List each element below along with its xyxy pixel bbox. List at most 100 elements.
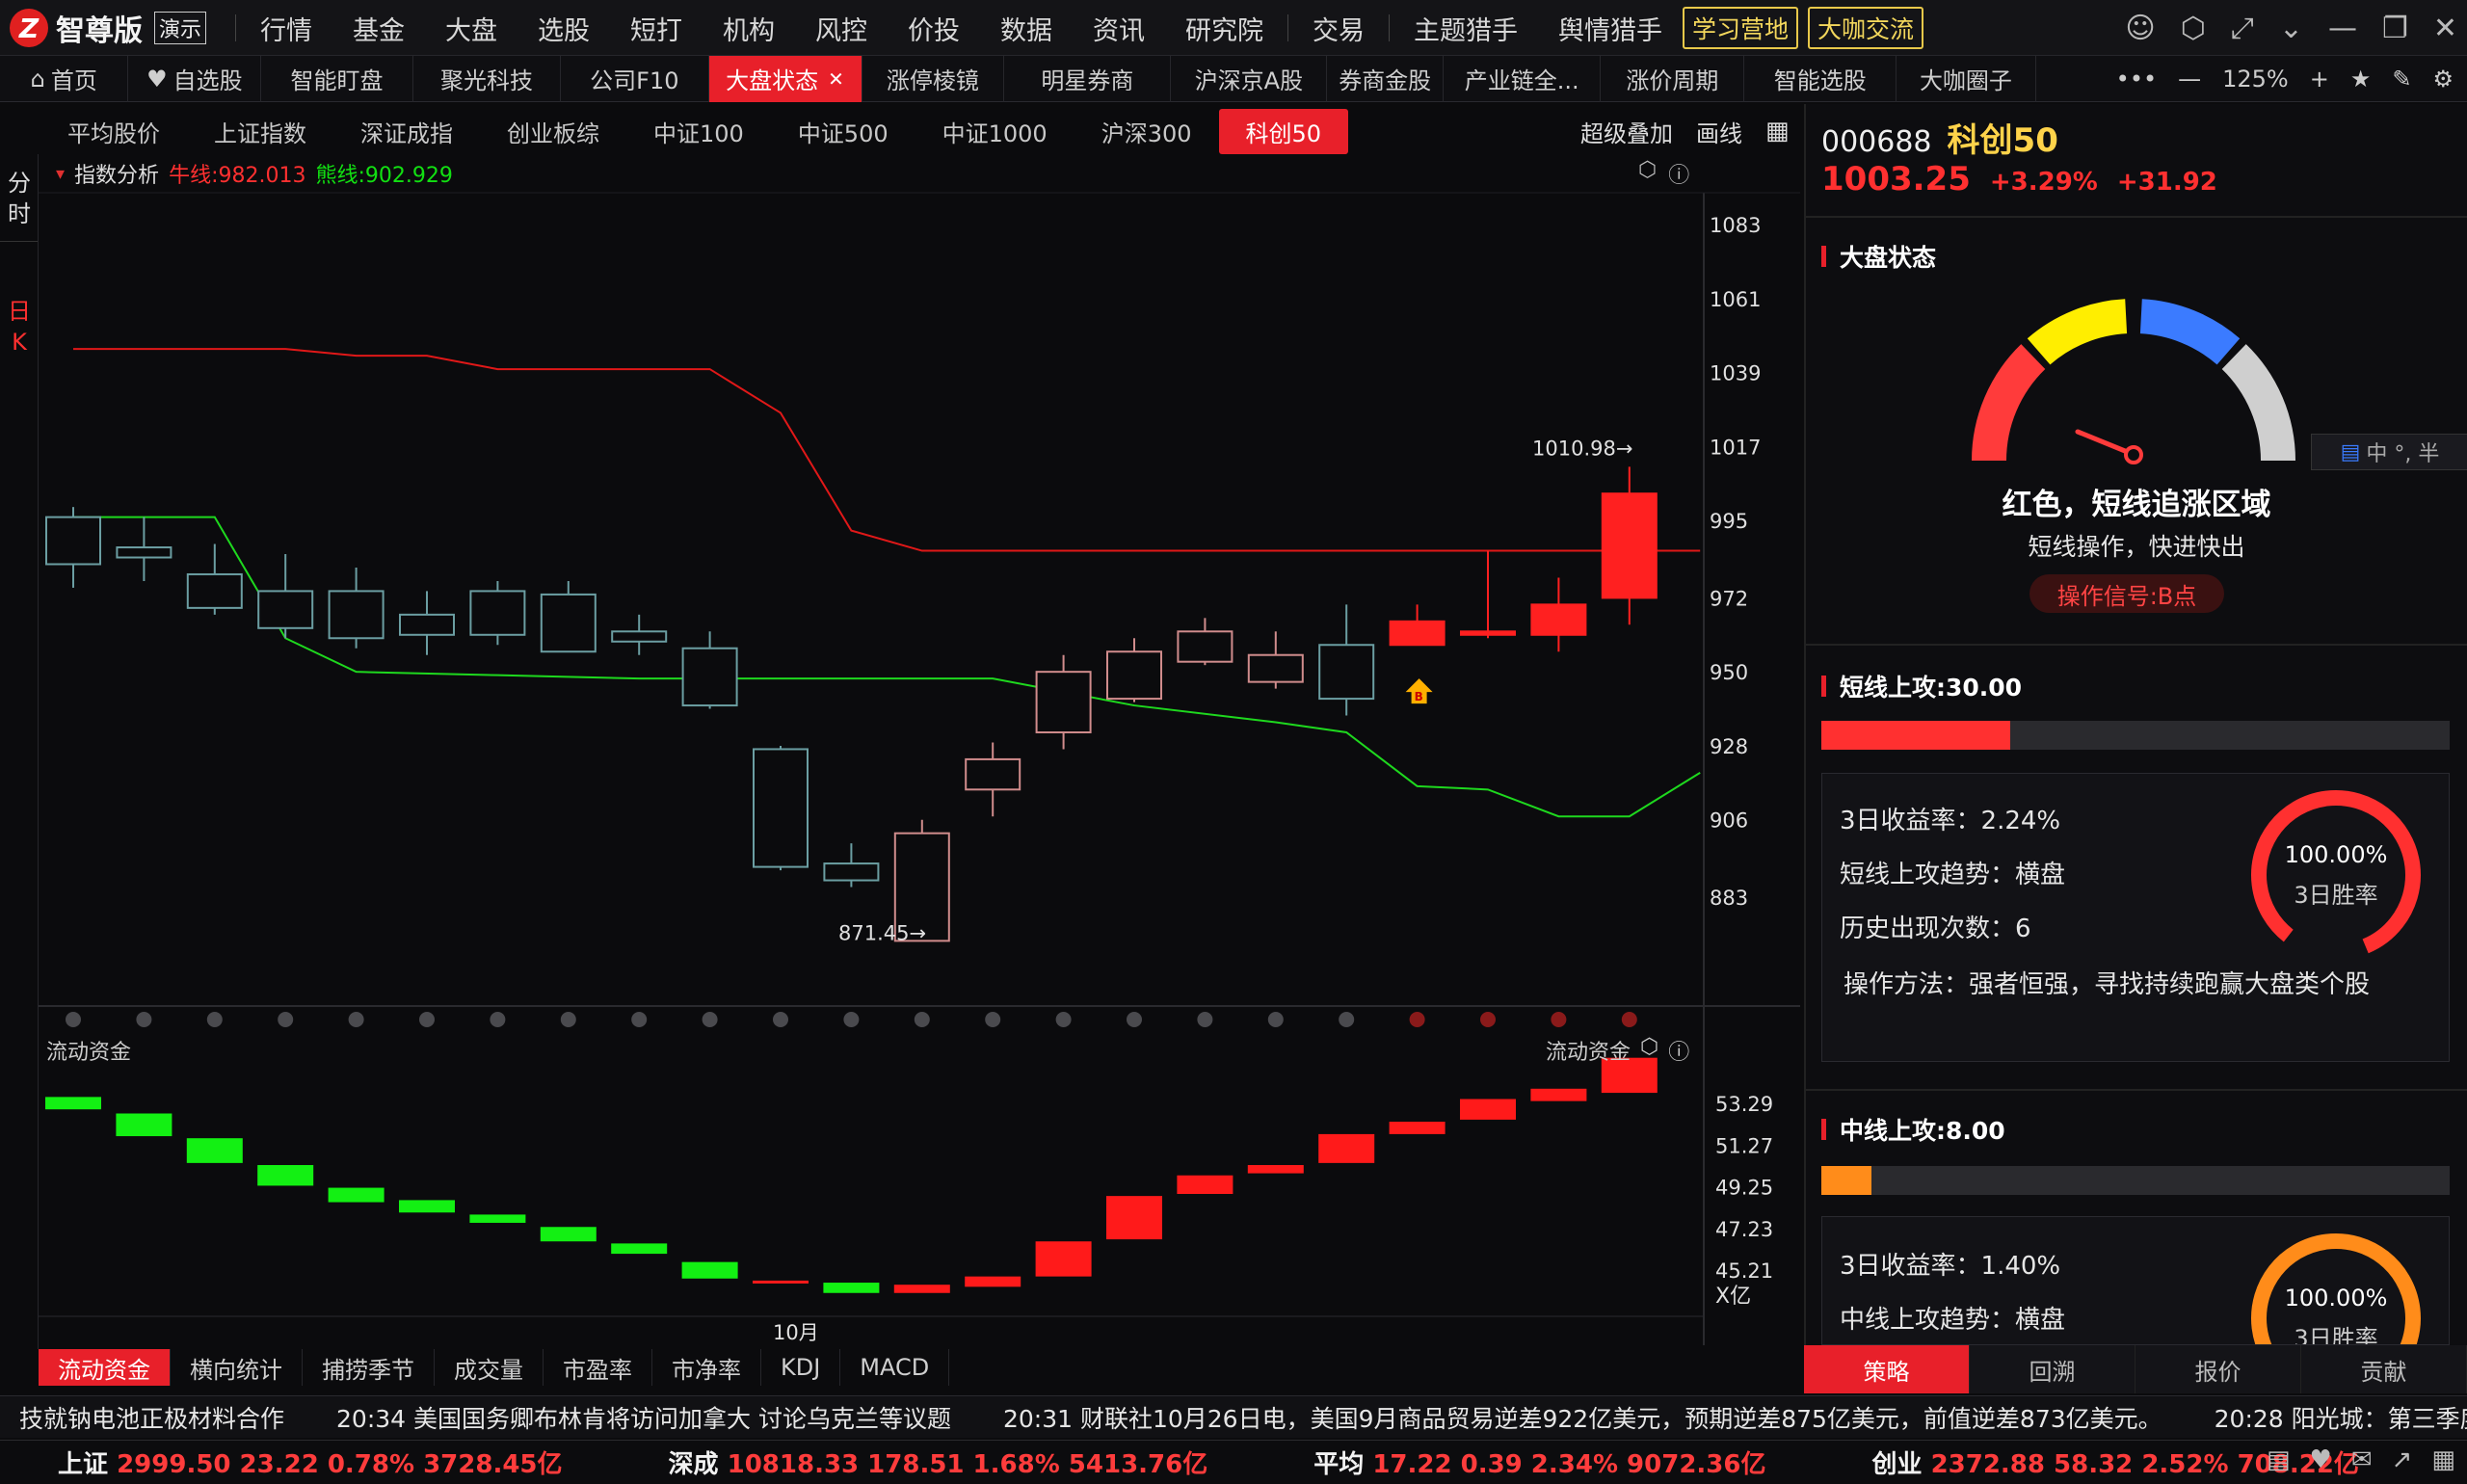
g1-pct: 100.00% xyxy=(2284,841,2388,868)
nav-item-5[interactable]: 机构 xyxy=(723,10,775,47)
rail-fenshi[interactable]: 分 时 xyxy=(0,168,39,229)
flow-title-right-wrap: 流动资金 ⬡ ⓘ xyxy=(1546,1035,1689,1066)
indicator-tab-5[interactable]: 市净率 xyxy=(652,1349,761,1386)
signal-badge[interactable]: 操作信号:B点 xyxy=(2029,574,2224,613)
quote-0[interactable]: 上证 2999.50 23.22 0.78% 3728.45亿 xyxy=(58,1444,563,1480)
legend-toggle-icon[interactable]: ▾ xyxy=(56,164,65,184)
tab-5[interactable]: 大盘状态 ✕ xyxy=(708,55,862,102)
nav-item-8[interactable]: 数据 xyxy=(1000,10,1052,47)
flow-bar xyxy=(965,1276,1021,1287)
subtab-5[interactable]: 中证500 xyxy=(771,109,915,154)
quote-2[interactable]: 平均 17.22 0.39 2.34% 9072.36亿 xyxy=(1313,1444,1765,1480)
nav-item-3[interactable]: 选股 xyxy=(538,10,590,47)
bell-icon[interactable]: ♥ xyxy=(2310,1445,2332,1474)
subtab-1[interactable]: 上证指数 xyxy=(187,109,333,154)
tab-8[interactable]: 沪深京A股 xyxy=(1171,55,1328,102)
grid-icon[interactable]: ▦ xyxy=(1765,117,1790,146)
ime-indicator[interactable]: ▤ 中 °, 半 xyxy=(2311,434,2467,470)
subtab-6[interactable]: 中证1000 xyxy=(915,109,1074,154)
tab-11[interactable]: 涨价周期 xyxy=(1601,55,1745,102)
zoom-in-icon[interactable]: + xyxy=(2310,66,2329,93)
quote-1[interactable]: 深成 10818.33 178.51 1.68% 5413.76亿 xyxy=(669,1444,1208,1480)
nav-item-1[interactable]: 基金 xyxy=(353,10,405,47)
nav-item-0[interactable]: 行情 xyxy=(260,10,312,47)
subtab-2[interactable]: 深证成指 xyxy=(333,109,480,154)
news-item-2[interactable]: 20:31 财联社10月26日电，美国9月商品贸易逆差922亿美元，预期逆差87… xyxy=(1003,1400,2162,1435)
flow-settings-icon[interactable]: ⬡ xyxy=(1640,1035,1658,1066)
subtab-0[interactable]: 平均股价 xyxy=(40,109,187,154)
tab-1[interactable]: ♥ 自选股 xyxy=(128,55,262,102)
hex-settings-icon[interactable]: ⬡ xyxy=(1638,158,1657,189)
nav-item-4[interactable]: 短打 xyxy=(630,10,682,47)
tab-10[interactable]: 产业链全... xyxy=(1444,55,1602,102)
subtab-3[interactable]: 创业板综 xyxy=(480,109,626,154)
news-item-1[interactable]: 20:34 美国国务卿布林肯将访问加拿大 讨论乌克兰等议题 xyxy=(336,1400,951,1435)
top-button-1[interactable]: 大咖交流 xyxy=(1808,7,1924,49)
kline-chart[interactable]: 1083 1061 1039 1017 995 972 950 928 906 883 1010.9… xyxy=(39,154,1802,1345)
collapse-icon[interactable]: ⤢ xyxy=(2231,12,2254,45)
tab-0[interactable]: ⌂ 首页 xyxy=(0,55,129,102)
news-item-0[interactable]: 技就钠电池正极材料合作 xyxy=(19,1400,284,1435)
help-icon[interactable]: ⓘ xyxy=(1668,158,1689,189)
tab-12[interactable]: 智能选股 xyxy=(1744,55,1897,102)
flow-help-icon[interactable]: ⓘ xyxy=(1668,1035,1689,1066)
nav-item-12[interactable]: 主题猎手 xyxy=(1414,10,1518,47)
nav-item-10[interactable]: 研究院 xyxy=(1185,10,1263,47)
overlay-button[interactable]: 超级叠加 xyxy=(1580,115,1673,148)
message-icon[interactable]: ✉ xyxy=(2351,1445,2373,1474)
tab-6[interactable]: 涨停棱镜 xyxy=(862,55,1005,102)
indicator-tab-3[interactable]: 成交量 xyxy=(435,1349,544,1386)
main-nav: 行情 基金 大盘 选股 短打 机构 风控 价投 数据 资讯 研究院 交易 主题猎手 舆情猎手 学习营地 大咖交… xyxy=(231,0,1933,56)
right-tab-1[interactable]: 回溯 xyxy=(1970,1345,2135,1393)
gear-icon[interactable]: ⚙ xyxy=(2432,66,2454,93)
tab-9[interactable]: 券商金股 xyxy=(1327,55,1445,102)
indicator-tab-2[interactable]: 捕捞季节 xyxy=(303,1349,435,1386)
rail-rik[interactable]: 日 K xyxy=(0,296,39,358)
indicator-tab-7[interactable]: MACD xyxy=(840,1349,950,1386)
settings-icon[interactable]: ⬡ xyxy=(2181,12,2206,45)
tab-2[interactable]: 智能盯盘 xyxy=(261,55,413,102)
subtab-8[interactable]: 科创50 xyxy=(1218,108,1349,154)
tab-close-icon[interactable]: ✕ xyxy=(828,67,844,91)
restore-icon[interactable]: ❐ xyxy=(2382,12,2408,45)
nav-item-11[interactable]: 交易 xyxy=(1313,10,1365,47)
nav-item-13[interactable]: 舆情猎手 xyxy=(1558,10,1662,47)
news-ticker[interactable]: 技就钠电池正极材料合作 20:34 美国国务卿布林肯将访问加拿大 讨论乌克兰等议题… xyxy=(0,1395,2467,1438)
candle-body xyxy=(1530,603,1587,636)
indicator-tab-1[interactable]: 横向统计 xyxy=(171,1349,303,1386)
star-icon[interactable]: ★ xyxy=(2350,66,2372,93)
close-icon[interactable]: ✕ xyxy=(2433,12,2457,45)
grid-menu-icon[interactable]: ▦ xyxy=(2431,1445,2455,1474)
nav-item-9[interactable]: 资讯 xyxy=(1093,10,1145,47)
draw-button[interactable]: 画线 xyxy=(1696,115,1742,148)
top-button-0[interactable]: 学习营地 xyxy=(1683,7,1799,49)
indicator-tab-4[interactable]: 市盈率 xyxy=(544,1349,652,1386)
chevron-down-icon[interactable]: ⌄ xyxy=(2279,12,2303,45)
more-icon[interactable]: ••• xyxy=(2116,66,2157,93)
pen-icon[interactable]: ✎ xyxy=(2392,66,2411,93)
indicator-tab-6[interactable]: KDJ xyxy=(761,1349,841,1386)
right-tab-3[interactable]: 贡献 xyxy=(2301,1345,2467,1393)
tab-13[interactable]: 大咖圈子 xyxy=(1897,55,2036,102)
tab-3[interactable]: 聚光科技 xyxy=(413,55,562,102)
nav-item-6[interactable]: 风控 xyxy=(815,10,867,47)
indicator-tab-0[interactable]: 流动资金 xyxy=(39,1349,171,1386)
subtab-4[interactable]: 中证100 xyxy=(626,109,771,154)
trend-icon[interactable]: ↗ xyxy=(2392,1445,2413,1474)
tab-4[interactable]: 公司F10 xyxy=(561,55,709,102)
zoom-out-icon[interactable]: — xyxy=(2178,66,2201,93)
right-tab-0[interactable]: 策略 xyxy=(1804,1345,1970,1393)
right-tabs: 策略 回溯 报价 贡献 xyxy=(1804,1345,2467,1393)
right-tab-2[interactable]: 报价 xyxy=(2135,1345,2301,1393)
stock-name: 科创50 xyxy=(1947,121,2058,160)
minimize-icon[interactable]: — xyxy=(2328,12,2357,45)
nav-item-2[interactable]: 大盘 xyxy=(445,10,497,47)
news-item-3[interactable]: 20:28 阳光城：第三季度净亏损 xyxy=(2215,1400,2467,1435)
subtab-7[interactable]: 沪深300 xyxy=(1074,109,1219,154)
y-tick-label: 1039 xyxy=(1710,362,1761,385)
nav-item-7[interactable]: 价投 xyxy=(908,10,960,47)
c1-line-3: 历史出现次数：6 xyxy=(1840,914,2031,943)
tab-7[interactable]: 明星券商 xyxy=(1004,55,1172,102)
user-icon[interactable]: ☺ xyxy=(2125,12,2155,45)
calendar-icon[interactable]: ▤ xyxy=(2267,1445,2291,1474)
